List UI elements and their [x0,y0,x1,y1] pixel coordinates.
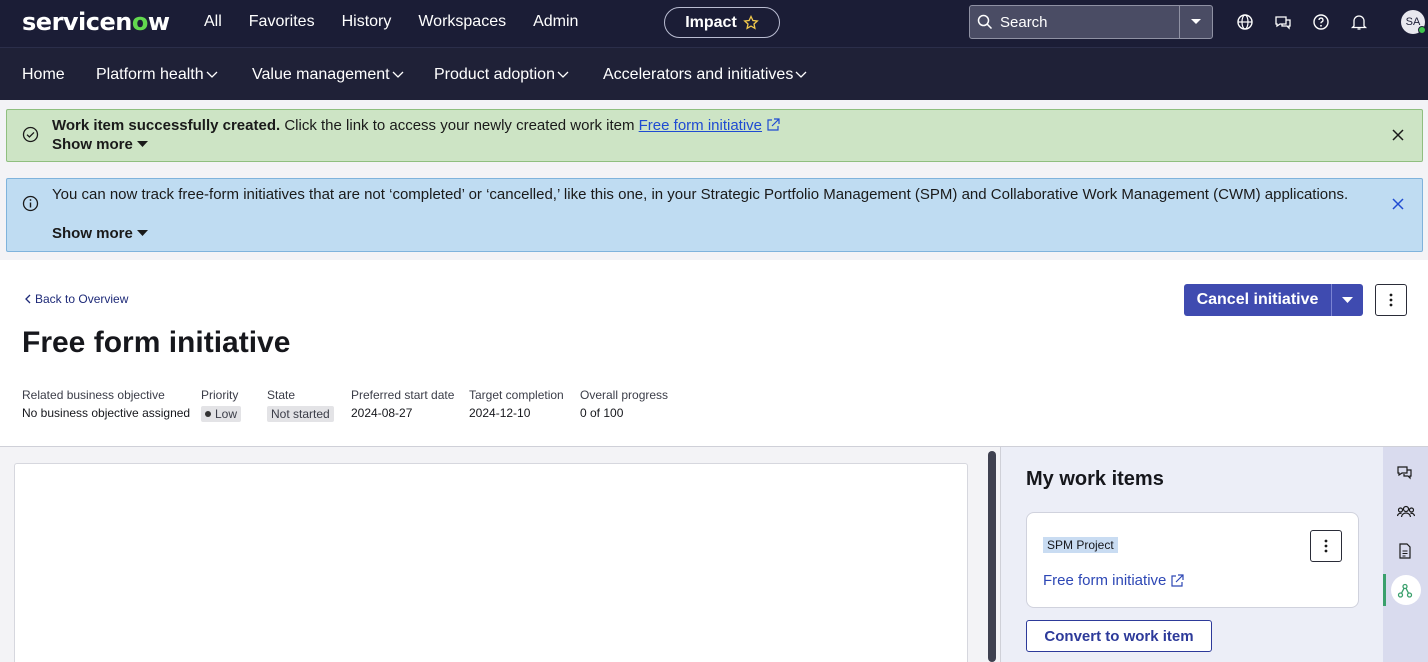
close-icon[interactable] [1392,198,1404,210]
work-item-link[interactable]: Free form initiative [1043,572,1184,589]
star-icon [742,14,759,30]
meta-start-date: Preferred start date 2024-08-27 [351,388,455,420]
record-header: Back to Overview Free form initiative Re… [0,260,1428,447]
impact-button[interactable]: Impact [664,7,780,38]
chevron-down-icon [557,71,569,78]
info-icon [22,195,39,212]
chat-icon[interactable] [1397,464,1413,480]
chat-icon[interactable] [1274,13,1292,31]
info-banner: You can now track free-form initiatives … [6,178,1423,252]
meta-state: State Not started [267,388,334,422]
side-rail [1383,447,1428,662]
people-icon[interactable] [1397,504,1415,520]
impact-label: Impact [685,13,737,31]
success-message: Work item successfully created. Click th… [52,116,1352,136]
success-banner: Work item successfully created. Click th… [6,109,1423,162]
success-show-more[interactable]: Show more [52,136,148,153]
user-avatar[interactable]: SA [1401,10,1426,34]
servicenow-logo[interactable]: servicenow [22,8,170,36]
cancel-initiative-button[interactable]: Cancel initiative [1184,284,1331,316]
check-circle-icon [22,126,39,143]
main-content [0,447,1000,662]
nav-all[interactable]: All [204,13,222,31]
caret-down-icon [1342,296,1353,303]
work-items-icon[interactable] [1397,583,1413,599]
chevron-down-icon [392,71,404,78]
convert-to-work-item-button[interactable]: Convert to work item [1026,620,1212,652]
search-icon [977,14,993,30]
document-icon[interactable] [1397,543,1413,559]
panel-title: My work items [1026,468,1164,490]
subnav-value-management[interactable]: Value management [252,66,404,84]
info-show-more[interactable]: Show more [52,225,148,242]
state-badge: Not started [267,406,334,422]
chevron-down-icon [206,71,218,78]
page-title: Free form initiative [22,326,291,359]
external-link-icon [1171,573,1184,587]
work-item-link[interactable]: Free form initiative [639,117,762,134]
workspace-nav: Home Platform health Value management Pr… [0,47,1428,100]
search-scope-dropdown[interactable] [1179,6,1212,38]
subnav-accelerators[interactable]: Accelerators and initiatives [603,66,807,84]
search-input[interactable]: Search [1000,14,1179,31]
meta-business-objective: Related business objective No business o… [22,388,191,420]
subnav-platform-health[interactable]: Platform health [96,66,218,84]
priority-badge: Low [201,406,242,422]
nav-workspaces[interactable]: Workspaces [418,13,506,31]
top-bar: servicenow All Favorites History Workspa… [0,0,1428,47]
back-to-overview-link[interactable]: Back to Overview [24,292,128,306]
caret-down-icon [136,230,148,236]
subnav-home[interactable]: Home [22,66,65,84]
cancel-options-dropdown[interactable] [1331,284,1363,316]
bell-icon[interactable] [1350,13,1368,31]
external-link-icon[interactable] [766,118,780,132]
work-item-actions-button[interactable] [1310,530,1342,562]
chevron-left-icon [25,294,31,304]
info-message: You can now track free-form initiatives … [52,186,1349,203]
active-indicator [1383,574,1386,606]
my-work-items-panel: My work items SPM Project Free form init… [1000,447,1383,662]
globe-icon[interactable] [1236,13,1254,31]
content-card [14,463,968,662]
nav-admin[interactable]: Admin [533,13,578,31]
subnav-product-adoption[interactable]: Product adoption [434,66,569,84]
more-actions-button[interactable] [1375,284,1407,316]
caret-down-icon [1191,19,1201,24]
close-icon[interactable] [1392,129,1404,141]
meta-overall-progress: Overall progress 0 of 100 [580,388,669,420]
presence-dot [1418,26,1426,34]
global-search[interactable]: Search [969,5,1213,39]
work-item-card: SPM Project Free form initiative [1026,512,1359,608]
meta-target-completion: Target completion 2024-12-10 [469,388,564,420]
work-item-type-tag: SPM Project [1043,537,1118,553]
nav-history[interactable]: History [342,13,392,31]
nav-favorites[interactable]: Favorites [249,13,315,31]
meta-priority: Priority Low [201,388,242,422]
kebab-icon [1389,293,1393,307]
caret-down-icon [136,141,148,147]
help-icon[interactable] [1312,13,1330,31]
kebab-icon [1324,539,1328,553]
chevron-down-icon [795,71,807,78]
top-nav: All Favorites History Workspaces Admin [204,13,605,31]
panel-resize-handle[interactable] [988,451,996,662]
